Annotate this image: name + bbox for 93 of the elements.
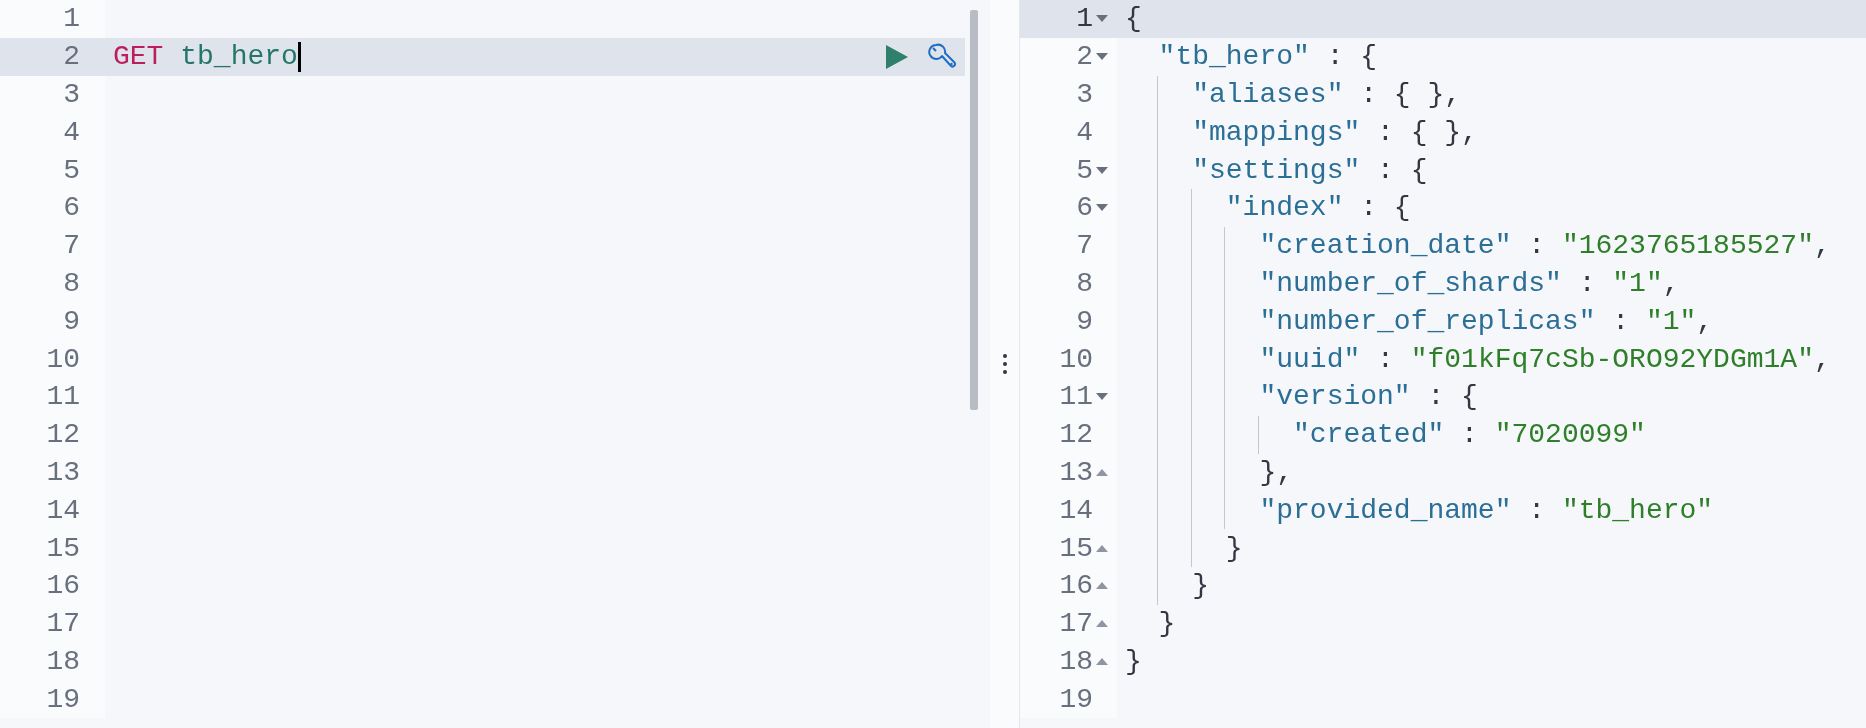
text-cursor: [297, 41, 301, 72]
line-number: 6: [0, 189, 105, 227]
play-icon[interactable]: [885, 43, 909, 70]
fold-end-caret-icon[interactable]: [1096, 657, 1108, 665]
line-number: 7: [0, 226, 105, 265]
json-punctuation: },: [1259, 456, 1294, 488]
line-number: 15: [0, 529, 105, 567]
line-number: 4: [1076, 116, 1093, 148]
json-string: "1": [1612, 267, 1663, 299]
json-string: "1623765185527": [1561, 230, 1814, 262]
fold-end-caret-icon[interactable]: [1096, 620, 1108, 628]
line-number: 9: [0, 302, 105, 341]
json-string: "7020099": [1494, 419, 1646, 451]
fold-end-caret-icon[interactable]: [1096, 544, 1108, 552]
request-path: tb_hero: [180, 41, 298, 73]
json-punctuation: :: [1460, 419, 1479, 451]
line-number: 12: [0, 415, 105, 454]
line-number: 12: [1059, 419, 1093, 451]
json-punctuation: : { },: [1376, 116, 1478, 148]
line-number: 16: [0, 566, 105, 605]
resize-handle-icon[interactable]: [1001, 353, 1008, 375]
line-number: 17: [1059, 608, 1093, 640]
line-number: 1: [0, 0, 105, 38]
line-number: 5: [0, 151, 105, 189]
line-number: 13: [1059, 456, 1093, 488]
line-number: 7: [1076, 230, 1093, 262]
line-number: 2: [1076, 41, 1093, 73]
json-punctuation: :: [1527, 494, 1547, 526]
fold-end-caret-icon[interactable]: [1096, 468, 1108, 476]
json-key: "aliases": [1192, 79, 1344, 110]
json-punctuation: {: [1125, 3, 1142, 35]
scrollbar[interactable]: [970, 10, 978, 410]
json-key: "index": [1225, 192, 1344, 224]
line-number: 17: [0, 604, 105, 643]
json-punctuation: : {: [1325, 41, 1378, 73]
line-number: 14: [0, 491, 105, 530]
json-key: "number_of_shards": [1259, 267, 1562, 299]
json-key: "provided_name": [1259, 494, 1512, 526]
request-method: GET: [113, 41, 164, 73]
json-punctuation: }: [1158, 608, 1176, 640]
fold-caret-icon[interactable]: [1096, 204, 1108, 212]
json-key: "tb_hero": [1158, 41, 1310, 73]
json-key: "settings": [1192, 154, 1361, 186]
line-number: 9: [1076, 305, 1093, 337]
line-number: 3: [0, 75, 105, 114]
line-number: 15: [1059, 532, 1093, 564]
json-key: "created": [1293, 419, 1445, 451]
fold-caret-icon[interactable]: [1096, 393, 1108, 401]
json-punctuation: }: [1125, 645, 1142, 677]
json-punctuation: :: [1376, 343, 1395, 375]
json-punctuation: : {: [1359, 192, 1411, 224]
json-punctuation: ,: [1813, 343, 1831, 375]
json-punctuation: }: [1192, 570, 1209, 602]
line-number: 14: [1059, 494, 1093, 526]
line-number: 8: [0, 264, 105, 303]
line-number: 11: [0, 377, 105, 416]
line-number: 18: [1059, 645, 1093, 677]
json-key: "number_of_replicas": [1259, 305, 1596, 337]
line-number: 8: [1076, 267, 1093, 299]
json-punctuation: : {: [1376, 154, 1428, 186]
json-string: "1": [1645, 305, 1697, 337]
json-punctuation: }: [1225, 532, 1243, 564]
json-key: "uuid": [1259, 343, 1361, 375]
line-number: 18: [0, 642, 105, 681]
fold-caret-icon[interactable]: [1096, 166, 1108, 174]
line-number: 5: [1076, 154, 1093, 186]
json-string: "tb_hero": [1561, 494, 1714, 526]
json-punctuation: ,: [1662, 267, 1680, 299]
fold-end-caret-icon[interactable]: [1096, 582, 1108, 590]
json-key: "mappings": [1192, 116, 1361, 148]
line-number: 6: [1076, 192, 1093, 224]
json-punctuation: :: [1611, 305, 1631, 337]
json-punctuation: :: [1527, 230, 1547, 262]
line-number: 4: [0, 113, 105, 152]
line-number: 10: [1059, 343, 1093, 375]
fold-caret-icon[interactable]: [1096, 15, 1108, 23]
json-string: "f01kFq7cSb-ORO92YDGm1A": [1410, 343, 1814, 375]
line-number: 16: [1059, 570, 1093, 602]
line-number: 13: [0, 453, 105, 492]
json-punctuation: :: [1577, 267, 1597, 299]
json-punctuation: : {: [1426, 381, 1478, 413]
line-number: 19: [1059, 683, 1093, 715]
fold-caret-icon[interactable]: [1096, 53, 1108, 61]
line-number: 10: [0, 340, 105, 378]
json-punctuation: : { },: [1359, 79, 1462, 110]
line-number: 3: [1076, 79, 1093, 110]
line-number: 19: [0, 680, 105, 719]
json-punctuation: ,: [1696, 305, 1714, 337]
json-punctuation: ,: [1813, 230, 1831, 262]
json-key: "creation_date": [1259, 230, 1512, 262]
line-number: 1: [1076, 3, 1093, 35]
json-key: "version": [1259, 381, 1411, 413]
line-number: 11: [1059, 381, 1093, 413]
